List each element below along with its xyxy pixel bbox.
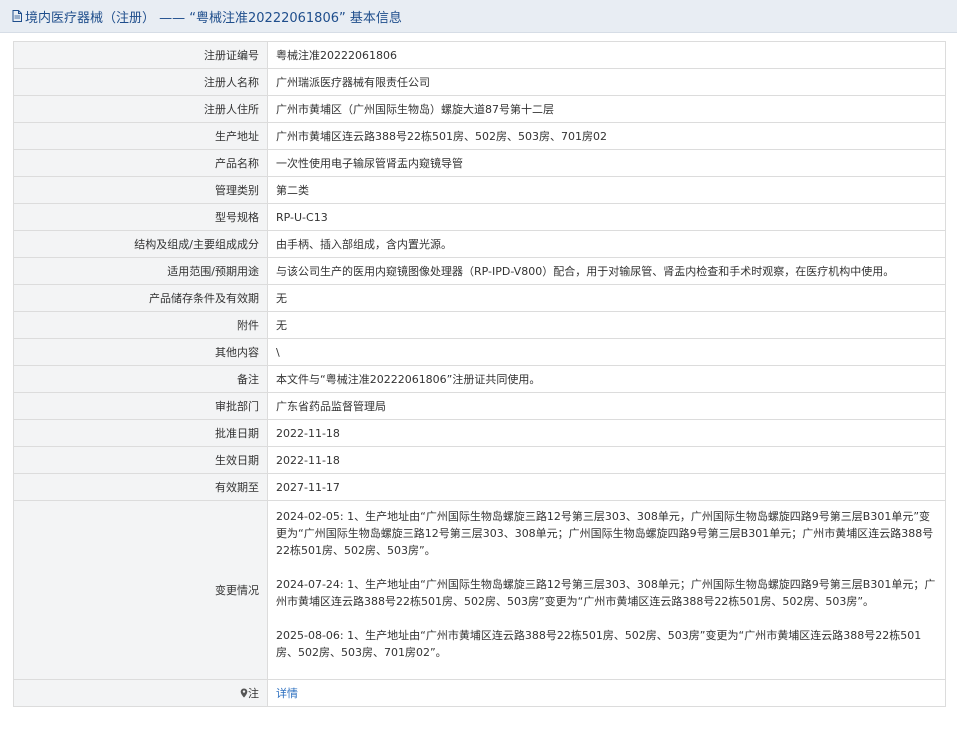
row-value: 广州市黄埔区（广州国际生物岛）螺旋大道87号第十二层: [267, 95, 946, 123]
row-value: RP-U-C13: [267, 203, 946, 231]
changes-label: 变更情况: [13, 500, 268, 680]
row-label: 管理类别: [13, 176, 268, 204]
row-label: 附件: [13, 311, 268, 339]
table-row: 生效日期 2022-11-18: [13, 446, 946, 474]
table-row: 适用范围/预期用途 与该公司生产的医用内窥镜图像处理器（RP-IPD-V800）配…: [13, 257, 946, 285]
page-title: 境内医疗器械（注册） —— “粤械注准20222061806” 基本信息: [25, 10, 402, 26]
row-value: 本文件与“粤械注准20222061806”注册证共同使用。: [267, 365, 946, 393]
change-entry: 2024-07-24: 1、生产地址由“广州国际生物岛螺旋三路12号第三层303…: [276, 578, 936, 608]
row-label: 生效日期: [13, 446, 268, 474]
document-icon: [12, 10, 22, 22]
changes-row: 变更情况 2024-02-05: 1、生产地址由“广州国际生物岛螺旋三路12号第…: [13, 500, 946, 680]
table-row: 有效期至 2027-11-17: [13, 473, 946, 501]
row-label: 注册人名称: [13, 68, 268, 96]
row-value: 广州瑞派医疗器械有限责任公司: [267, 68, 946, 96]
table-row: 注册人名称 广州瑞派医疗器械有限责任公司: [13, 68, 946, 96]
row-label: 适用范围/预期用途: [13, 257, 268, 285]
row-value: 由手柄、插入部组成，含内置光源。: [267, 230, 946, 258]
row-label: 其他内容: [13, 338, 268, 366]
table-row: 注册证编号 粤械注准20222061806: [13, 41, 946, 69]
row-value: 粤械注准20222061806: [267, 41, 946, 69]
note-label-cell: 注: [13, 679, 268, 707]
table-row: 其他内容 \: [13, 338, 946, 366]
row-label: 产品名称: [13, 149, 268, 177]
table-row: 管理类别 第二类: [13, 176, 946, 204]
row-value: 无: [267, 311, 946, 339]
note-row: 注 详情: [13, 679, 946, 707]
table-row: 产品储存条件及有效期无: [13, 284, 946, 312]
info-table: 注册证编号 粤械注准20222061806 注册人名称 广州瑞派医疗器械有限责任公司…: [13, 41, 946, 707]
row-value: 与该公司生产的医用内窥镜图像处理器（RP-IPD-V800）配合，用于对输尿管、…: [267, 257, 946, 285]
row-label: 有效期至: [13, 473, 268, 501]
table-row: 附件无: [13, 311, 946, 339]
changes-content: 2024-02-05: 1、生产地址由“广州国际生物岛螺旋三路12号第三层303…: [267, 500, 946, 680]
table-row: 备注 本文件与“粤械注准20222061806”注册证共同使用。: [13, 365, 946, 393]
page-header: 境内医疗器械（注册） —— “粤械注准20222061806” 基本信息: [0, 0, 957, 33]
note-value: 详情: [267, 679, 946, 707]
table-row: 生产地址 广州市黄埔区连云路388号22栋501房、502房、503房、701房0…: [13, 122, 946, 150]
table-row: 型号规格 RP-U-C13: [13, 203, 946, 231]
row-label: 注册证编号: [13, 41, 268, 69]
row-value: 无: [267, 284, 946, 312]
row-value: 2022-11-18: [267, 419, 946, 447]
row-label: 审批部门: [13, 392, 268, 420]
row-label: 结构及组成/主要组成成分: [13, 230, 268, 258]
row-label: 备注: [13, 365, 268, 393]
row-value: \: [267, 338, 946, 366]
row-value: 广东省药品监督管理局: [267, 392, 946, 420]
table-row: 产品名称 一次性使用电子输尿管肾盂内窥镜导管: [13, 149, 946, 177]
info-container: 注册证编号 粤械注准20222061806 注册人名称 广州瑞派医疗器械有限责任公司…: [0, 33, 957, 707]
row-label: 批准日期: [13, 419, 268, 447]
row-value: 广州市黄埔区连云路388号22栋501房、502房、503房、701房02: [267, 122, 946, 150]
row-value: 第二类: [267, 176, 946, 204]
row-value: 一次性使用电子输尿管肾盂内窥镜导管: [267, 149, 946, 177]
change-entry: 2024-02-05: 1、生产地址由“广州国际生物岛螺旋三路12号第三层303…: [276, 510, 934, 557]
note-label: 注: [248, 687, 259, 700]
table-row: 批准日期 2022-11-18: [13, 419, 946, 447]
table-row: 审批部门 广东省药品监督管理局: [13, 392, 946, 420]
table-row: 结构及组成/主要组成成分 由手柄、插入部组成，含内置光源。: [13, 230, 946, 258]
details-link[interactable]: 详情: [276, 687, 298, 700]
row-value: 2027-11-17: [267, 473, 946, 501]
table-row: 注册人住所 广州市黄埔区（广州国际生物岛）螺旋大道87号第十二层: [13, 95, 946, 123]
change-entry: 2025-08-06: 1、生产地址由“广州市黄埔区连云路388号22栋501房…: [276, 629, 922, 659]
row-label: 注册人住所: [13, 95, 268, 123]
row-label: 型号规格: [13, 203, 268, 231]
row-value: 2022-11-18: [267, 446, 946, 474]
row-label: 产品储存条件及有效期: [13, 284, 268, 312]
row-label: 生产地址: [13, 122, 268, 150]
map-pin-icon: [240, 688, 248, 698]
